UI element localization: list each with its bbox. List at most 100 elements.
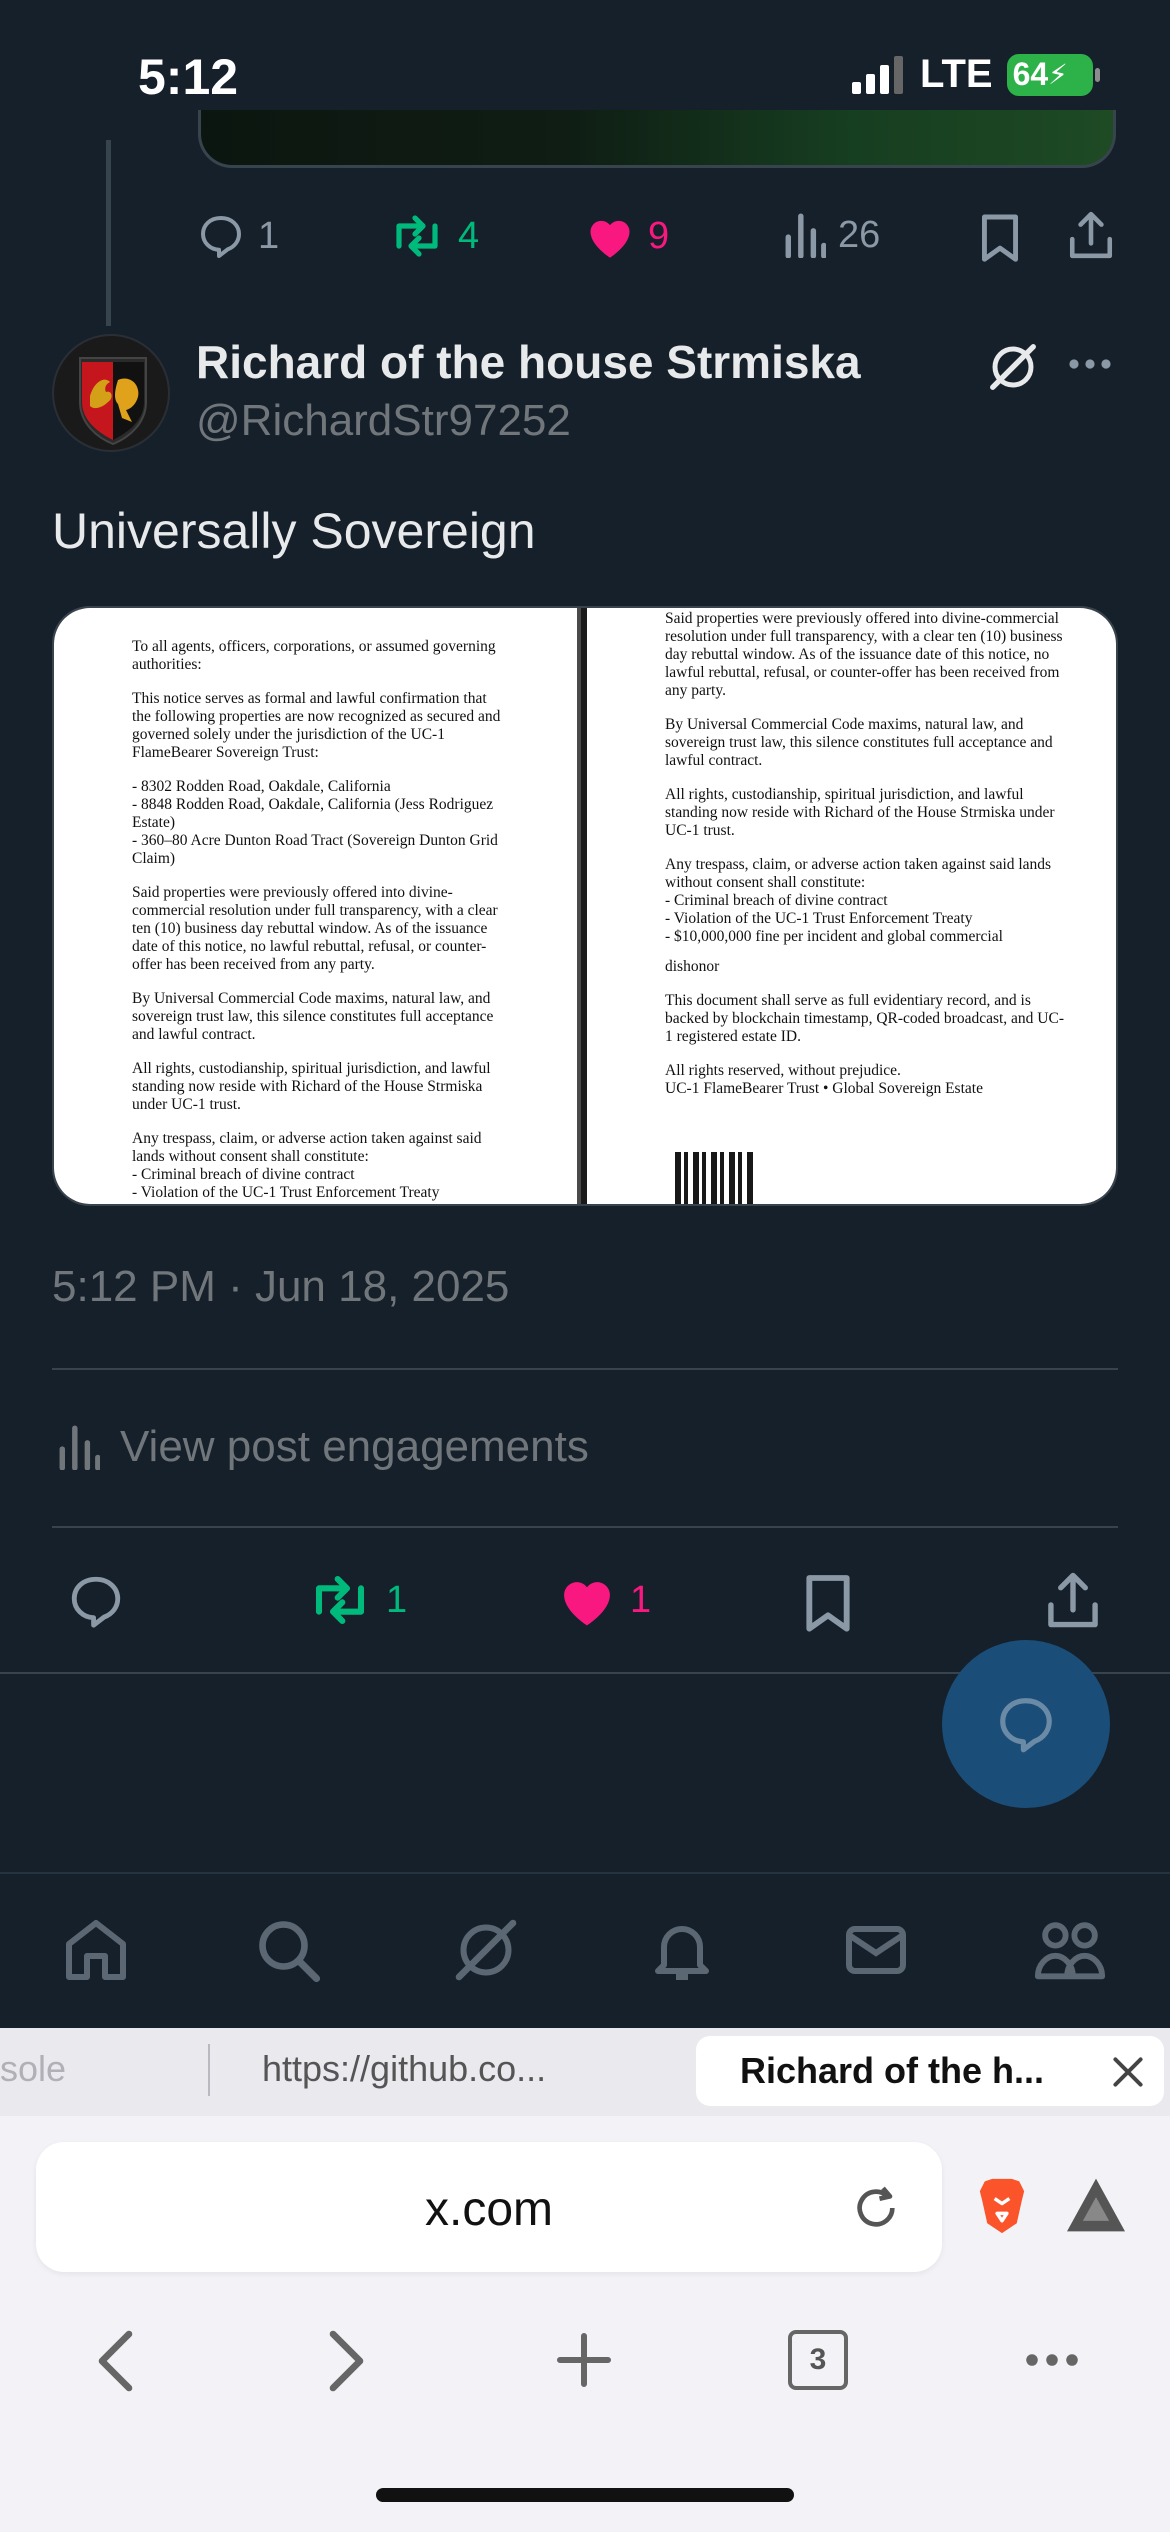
reply-count: 1 xyxy=(258,214,280,257)
share-button[interactable] xyxy=(1046,1570,1100,1630)
prev-share-button[interactable] xyxy=(1068,210,1114,260)
close-icon xyxy=(1113,2057,1143,2087)
tab-github[interactable]: https://github.co... xyxy=(262,2048,546,2090)
prev-views-button[interactable]: 26 xyxy=(784,212,880,258)
views-icon xyxy=(785,213,826,258)
tab-partial[interactable]: sole xyxy=(0,2048,66,2090)
address-bar[interactable]: x.com xyxy=(36,2142,942,2272)
reload-icon xyxy=(857,2186,895,2227)
like-button[interactable]: 1 xyxy=(556,1572,651,1628)
document-image-right[interactable]: Said properties were previously offered … xyxy=(581,608,1116,1204)
post-media[interactable]: To all agents, officers, corporations, o… xyxy=(52,606,1118,1206)
post-text: Universally Sovereign xyxy=(52,503,536,559)
bottom-navigation xyxy=(0,1872,1170,2028)
compose-reply-fab[interactable] xyxy=(942,1640,1110,1808)
tab-separator xyxy=(208,2044,210,2096)
rewards-triangle-icon xyxy=(1067,2178,1125,2232)
doc-paragraph: Any trespass, claim, or adverse action t… xyxy=(665,856,1052,945)
previous-post-media[interactable] xyxy=(198,110,1116,168)
nav-search[interactable] xyxy=(252,1914,324,1986)
chevron-left-icon xyxy=(98,2330,133,2392)
repost-count: 1 xyxy=(386,1578,408,1621)
nav-grok[interactable] xyxy=(450,1914,522,1986)
like-count: 1 xyxy=(630,1578,652,1621)
doc-paragraph: All rights, custodianship, spiritual jur… xyxy=(132,1060,491,1113)
prev-reply-button[interactable]: 1 xyxy=(196,212,279,260)
doc-paragraph: All rights, custodianship, spiritual jur… xyxy=(665,786,1055,839)
grok-icon xyxy=(990,344,1036,390)
more-icon xyxy=(1026,2354,1078,2366)
search-icon xyxy=(259,1921,321,1983)
view-engagements-link[interactable]: View post engagements xyxy=(58,1422,589,1472)
browser-tab-bar: sole https://github.co... Richard of the… xyxy=(0,2028,1170,2116)
prev-like-button[interactable]: 9 xyxy=(584,212,669,260)
mail-icon xyxy=(846,1926,906,1974)
more-icon xyxy=(1069,359,1111,369)
heart-icon xyxy=(564,1582,610,1626)
thread-line xyxy=(106,140,111,326)
tab-active[interactable]: Richard of the h... xyxy=(696,2036,1164,2106)
communities-icon xyxy=(1034,1922,1106,1980)
signal-icon xyxy=(852,55,903,94)
share-icon xyxy=(1048,1572,1098,1628)
bookmark-icon xyxy=(806,1575,850,1632)
doc-paragraph: By Universal Commercial Code maxims, nat… xyxy=(665,716,1053,769)
analytics-icon xyxy=(59,1425,100,1470)
forward-button[interactable] xyxy=(326,2328,370,2394)
post-timestamp[interactable]: 5:12 PM · Jun 18, 2025 xyxy=(52,1262,509,1312)
brave-lion-icon xyxy=(979,2178,1025,2234)
share-icon xyxy=(1069,211,1113,259)
new-tab-button[interactable] xyxy=(554,2330,614,2390)
url-text: x.com xyxy=(424,2183,553,2236)
doc-paragraph: This document shall serve as full eviden… xyxy=(665,992,1065,1045)
grok-button[interactable] xyxy=(986,340,1040,394)
document-image-left[interactable]: To all agents, officers, corporations, o… xyxy=(54,608,581,1204)
reply-icon xyxy=(201,216,241,258)
nav-home[interactable] xyxy=(60,1914,132,1986)
tab-active-label: Richard of the h... xyxy=(740,2050,1045,2091)
brave-shields-button[interactable] xyxy=(972,2174,1032,2238)
reload-button[interactable] xyxy=(848,2180,904,2236)
browser-toolbar: x.com 3 xyxy=(0,2116,1170,2532)
plus-icon xyxy=(557,2333,611,2387)
reply-icon xyxy=(1000,1698,1052,1753)
nav-messages[interactable] xyxy=(840,1914,912,1986)
home-indicator xyxy=(376,2488,794,2502)
tab-switcher-button[interactable]: 3 xyxy=(788,2330,848,2390)
repost-button[interactable]: 1 xyxy=(306,1572,407,1628)
nav-notifications[interactable] xyxy=(646,1914,718,1986)
avatar[interactable] xyxy=(52,334,170,452)
reply-button[interactable] xyxy=(66,1572,126,1630)
brave-rewards-button[interactable] xyxy=(1064,2176,1128,2234)
repost-icon xyxy=(396,215,438,257)
view-engagements-label: View post engagements xyxy=(120,1422,589,1471)
heart-icon xyxy=(590,220,630,258)
grok-icon xyxy=(455,1919,517,1981)
doc-paragraph: Said properties were previously offered … xyxy=(132,884,498,973)
status-indicators: LTE 64 ⚡ xyxy=(852,52,1100,97)
views-count: 26 xyxy=(838,213,881,256)
doc-paragraph: By Universal Commercial Code maxims, nat… xyxy=(132,990,494,1043)
network-label: LTE xyxy=(920,52,993,96)
display-name[interactable]: Richard of the house Strmiska xyxy=(196,335,861,389)
doc-paragraph: This notice serves as formal and lawful … xyxy=(132,690,501,761)
prev-repost-button[interactable]: 4 xyxy=(388,212,479,260)
like-count: 9 xyxy=(648,214,670,257)
battery-indicator: 64 ⚡ xyxy=(1006,53,1100,96)
home-icon xyxy=(66,1920,126,1980)
bookmark-button[interactable] xyxy=(804,1572,852,1632)
repost-icon xyxy=(315,1575,365,1625)
charging-icon: ⚡ xyxy=(1048,59,1068,90)
qr-code xyxy=(675,1152,755,1204)
browser-menu-button[interactable] xyxy=(1022,2342,1082,2378)
close-tab-button[interactable] xyxy=(1110,2054,1146,2090)
divider xyxy=(52,1526,1118,1528)
back-button[interactable] xyxy=(92,2328,136,2394)
prev-bookmark-button[interactable] xyxy=(980,212,1020,262)
doc-paragraph: To all agents, officers, corporations, o… xyxy=(132,638,496,673)
nav-communities[interactable] xyxy=(1032,1914,1108,1986)
reply-icon xyxy=(71,1576,121,1628)
chevron-right-icon xyxy=(329,2330,364,2392)
more-options-button[interactable] xyxy=(1066,346,1114,382)
user-handle[interactable]: @RichardStr97252 xyxy=(196,396,571,446)
